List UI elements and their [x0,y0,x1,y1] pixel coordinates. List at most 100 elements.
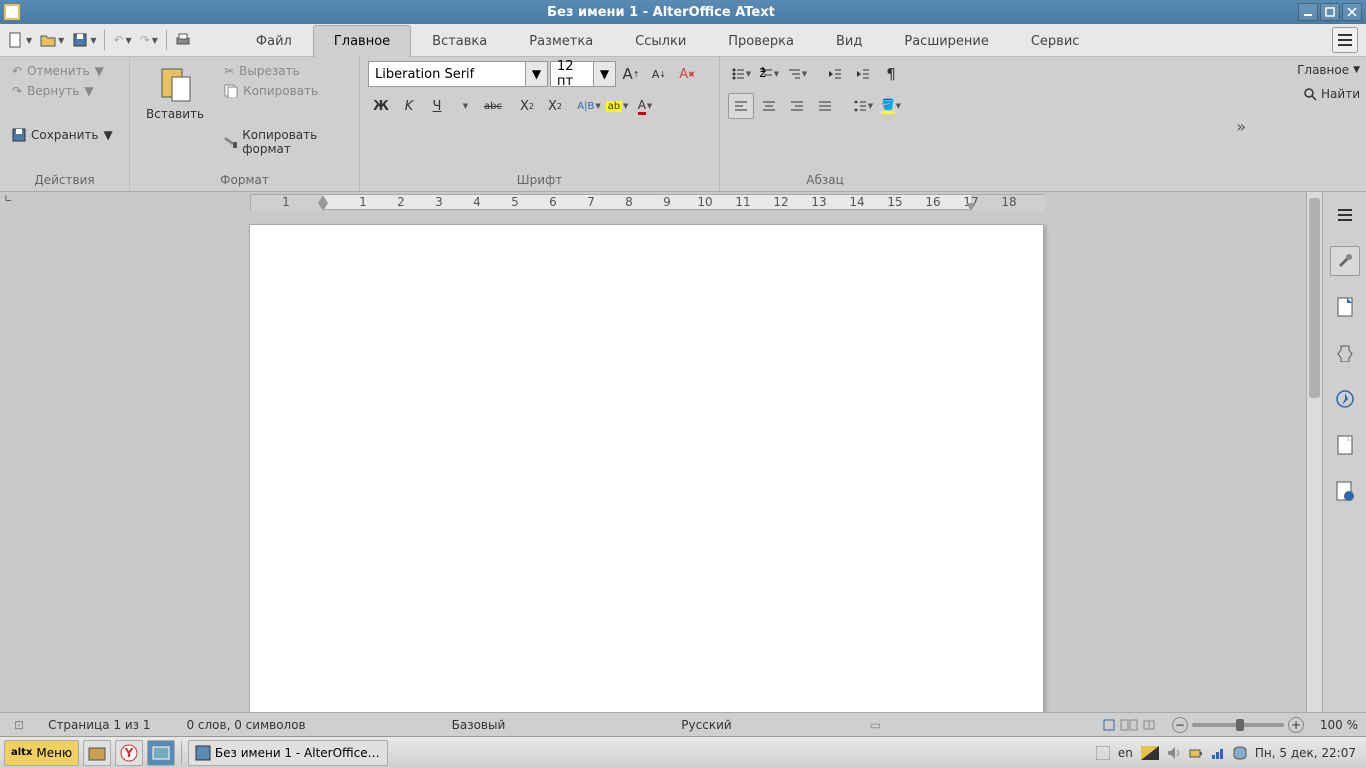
system-tray: en Пн, 5 дек, 22:07 [1096,746,1362,760]
font-color-button[interactable]: A▼ [632,93,658,119]
open-button[interactable]: ▼ [36,28,68,52]
save-ribbon-button[interactable]: Сохранить ▼ [8,125,121,145]
align-center-button[interactable] [756,93,782,119]
new-doc-button[interactable]: ▼ [4,28,36,52]
highlight-button[interactable]: ab▼ [604,93,630,119]
view-multi-icon[interactable] [1120,718,1138,732]
zoom-value[interactable]: 100 % [1308,718,1358,732]
outline-list-button[interactable]: ▼ [784,61,810,87]
align-justify-button[interactable] [812,93,838,119]
status-bar: ⊡ Страница 1 из 1 0 слов, 0 символов Баз… [0,712,1366,736]
zoom-in-button[interactable]: + [1288,717,1304,733]
tray-network-icon[interactable] [1211,746,1225,760]
taskbar-browser-icon[interactable]: Y [115,740,143,766]
tray-display-icon[interactable] [1141,746,1159,760]
keyboard-layout[interactable]: en [1118,746,1133,760]
start-menu-button[interactable]: altx Меню [4,740,79,766]
save-indicator-icon[interactable]: ⊡ [8,718,30,732]
tray-clock[interactable]: Пн, 5 дек, 22:07 [1255,746,1356,760]
horizontal-ruler[interactable]: 1123456789101112131415161718 [0,192,1366,212]
taskbar-files-icon[interactable] [83,740,111,766]
shading-button[interactable]: 🪣▼ [878,93,904,119]
strike-button[interactable]: abc [480,93,506,119]
taskbar-desktop-icon[interactable] [147,740,175,766]
tray-app-icon[interactable] [1096,746,1110,760]
superscript-button[interactable]: X2 [542,93,568,119]
align-right-button[interactable] [784,93,810,119]
svg-text:12: 12 [773,195,788,209]
paste-button[interactable]: Вставить [138,61,212,171]
align-left-button[interactable] [728,93,754,119]
sidebar-menu-icon[interactable] [1330,200,1360,230]
maximize-button[interactable] [1320,3,1340,21]
tab-layout[interactable]: Разметка [508,25,614,57]
style-icon[interactable] [1330,430,1360,460]
redo-button[interactable]: ↷▼ [136,28,162,52]
page-icon[interactable] [1330,292,1360,322]
chevron-down-icon[interactable]: ▼ [525,62,547,86]
gallery-icon[interactable] [1330,338,1360,368]
char-spacing-button[interactable]: A|B▼ [576,93,602,119]
scrollbar-thumb[interactable] [1309,198,1320,398]
line-spacing-button[interactable]: ▼ [850,93,876,119]
underline-more-button[interactable]: ▼ [452,93,478,119]
navigator-icon[interactable] [1330,384,1360,414]
zoom-out-button[interactable]: − [1172,717,1188,733]
paragraph-marks-button[interactable]: ¶ [878,61,904,87]
cut-button[interactable]: ✂ Вырезать [220,61,351,81]
underline-button[interactable]: Ч [424,93,450,119]
font-name-combo[interactable]: Liberation Serif ▼ [368,61,548,87]
redo-ribbon-button[interactable]: ↷ Вернуть ▼ [8,81,121,101]
taskbar-app-button[interactable]: Без имени 1 - AlterOffice ... [188,740,388,766]
inc-indent-button[interactable] [850,61,876,87]
grow-font-button[interactable]: A↑ [618,61,644,87]
tab-service[interactable]: Сервис [1010,25,1101,57]
document-page[interactable] [249,224,1044,712]
view-single-icon[interactable] [1102,718,1116,732]
bold-button[interactable]: Ж [368,93,394,119]
vertical-scrollbar[interactable] [1306,192,1322,736]
number-list-button[interactable]: 12▼ [756,61,782,87]
menu-button[interactable] [1332,27,1358,53]
find-button[interactable]: Найти [1303,87,1360,101]
clear-format-button[interactable]: A✖ [674,61,700,87]
subscript-button[interactable]: X2 [514,93,540,119]
clone-format-button[interactable]: Копировать формат [220,125,351,159]
bullet-list-button[interactable]: ▼ [728,61,754,87]
main-dropdown[interactable]: Главное ▼ [1297,63,1360,77]
tab-extension[interactable]: Расширение [883,25,1010,57]
dec-indent-button[interactable] [822,61,848,87]
minimize-button[interactable] [1298,3,1318,21]
ribbon-expand-icon[interactable]: » [1236,117,1246,136]
tab-links[interactable]: Ссылки [614,25,707,57]
chevron-down-icon[interactable]: ▼ [593,62,615,86]
status-words[interactable]: 0 слов, 0 символов [168,718,323,732]
tab-insert[interactable]: Вставка [411,25,508,57]
status-page[interactable]: Страница 1 из 1 [30,718,168,732]
zoom-slider[interactable] [1192,723,1284,727]
print-button[interactable] [171,28,195,52]
status-style[interactable]: Базовый [434,718,524,732]
tray-disk-icon[interactable] [1233,746,1247,760]
italic-button[interactable]: K [396,93,422,119]
tab-review[interactable]: Проверка [707,25,815,57]
tab-main[interactable]: Главное [313,25,411,57]
shrink-font-button[interactable]: A↓ [646,61,672,87]
tab-file[interactable]: Файл [235,25,313,57]
manage-changes-icon[interactable] [1330,476,1360,506]
status-lang[interactable]: Русский [663,718,749,732]
group-label: Действия [8,171,121,189]
undo-ribbon-button[interactable]: ↶ Отменить ▼ [8,61,121,81]
tray-battery-icon[interactable] [1189,746,1203,760]
tab-view[interactable]: Вид [815,25,883,57]
view-book-icon[interactable] [1142,718,1156,732]
properties-icon[interactable] [1330,246,1360,276]
tray-volume-icon[interactable] [1167,746,1181,760]
close-button[interactable] [1342,3,1362,21]
insert-mode-icon[interactable]: ▭ [870,718,881,732]
save-button[interactable]: ▼ [68,28,100,52]
group-paragraph: ▼ 12▼ ▼ ¶ ▼ 🪣▼ Абзац [720,57,930,191]
copy-button[interactable]: Копировать [220,81,351,101]
font-size-combo[interactable]: 12 пт ▼ [550,61,616,87]
undo-button[interactable]: ↶▼ [109,28,135,52]
